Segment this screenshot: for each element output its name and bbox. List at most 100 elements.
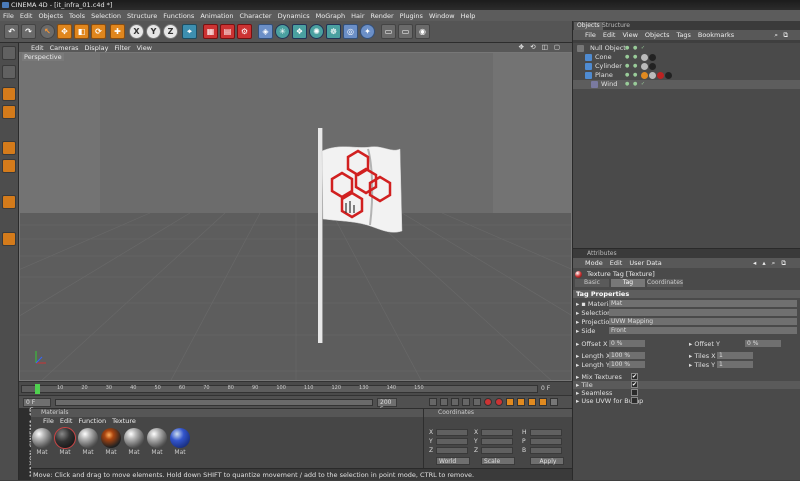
viewport-menu-view[interactable]: View	[137, 44, 152, 52]
coord-pos-y-field[interactable]	[436, 438, 468, 445]
coord-space-dropdown[interactable]: World	[436, 457, 470, 465]
tab-basic[interactable]: Basic	[575, 279, 609, 287]
offset-x-field[interactable]: 0 %	[609, 340, 645, 347]
material-menu-function[interactable]: Function	[78, 417, 106, 426]
render-view-icon[interactable]: ▦	[203, 24, 218, 39]
menu-tools[interactable]: Tools	[69, 12, 85, 20]
material-link-field[interactable]: Mat	[609, 300, 797, 307]
rotate-tool-icon[interactable]: ⟳	[91, 24, 106, 39]
light-icon[interactable]: ✦	[360, 24, 375, 39]
coord-mode-dropdown[interactable]: Scale	[481, 457, 515, 465]
visibility-dots[interactable]: ● ● ✓	[625, 80, 646, 89]
use-uvw-bump-checkbox[interactable]	[631, 397, 638, 404]
menu-functions[interactable]: Functions	[163, 12, 194, 20]
tiles-x-field[interactable]: 1	[717, 352, 753, 359]
render-settings-icon[interactable]: ⚙	[237, 24, 252, 39]
viewport-menu-display[interactable]: Display	[85, 44, 109, 52]
scale-key-icon[interactable]	[528, 398, 536, 406]
frame-range-slider[interactable]	[55, 399, 373, 406]
tree-row-plane[interactable]: Plane ● ● ✓	[573, 71, 800, 80]
rotation-key-icon[interactable]	[539, 398, 547, 406]
material-swatch-2[interactable]	[54, 427, 76, 449]
keyframe-selection-icon[interactable]	[506, 398, 514, 406]
end-frame-field[interactable]: 200 F	[377, 398, 397, 413]
length-x-field[interactable]: 100 %	[609, 352, 645, 359]
coord-rot-p-field[interactable]	[530, 438, 562, 445]
autokey-icon[interactable]	[495, 398, 503, 406]
play-icon[interactable]	[462, 398, 470, 406]
tile-checkbox[interactable]: ✔	[631, 381, 638, 388]
menu-structure[interactable]: Structure	[127, 12, 157, 20]
attr-menu-edit[interactable]: Edit	[610, 258, 623, 268]
mix-textures-checkbox[interactable]: ✔	[631, 373, 638, 380]
param-key-icon[interactable]	[550, 398, 558, 406]
prev-frame-icon[interactable]	[451, 398, 459, 406]
prev-key-icon[interactable]	[440, 398, 448, 406]
tree-row-cylinder[interactable]: Cylinder ● ● ✓	[573, 62, 800, 71]
coord-apply-button[interactable]: Apply	[530, 457, 564, 465]
menu-objects[interactable]: Objects	[38, 12, 63, 20]
menu-edit[interactable]: Edit	[20, 12, 33, 20]
material-menu-edit[interactable]: Edit	[60, 417, 73, 426]
render-picture-viewer-icon[interactable]: ▤	[220, 24, 235, 39]
edge-mode-icon[interactable]	[2, 195, 16, 209]
material-swatch-5[interactable]	[124, 428, 144, 448]
phong-tag-icon[interactable]	[649, 72, 656, 79]
coord-rot-h-field[interactable]	[530, 429, 562, 436]
redo-icon[interactable]: ↷	[21, 24, 36, 39]
material-swatch-3[interactable]	[78, 428, 98, 448]
tree-row-cone[interactable]: Cone ● ● ✓	[573, 53, 800, 62]
coord-size-z-field[interactable]	[481, 447, 513, 454]
tree-row-wind[interactable]: Wind ● ● ✓	[573, 80, 800, 89]
coord-rot-b-field[interactable]	[530, 447, 562, 454]
record-icon[interactable]	[484, 398, 492, 406]
timeline-playhead[interactable]	[35, 384, 40, 394]
array-icon[interactable]: ❖	[292, 24, 307, 39]
search-icon[interactable]: ⌕	[774, 30, 778, 40]
scale-tool-icon[interactable]: ◧	[74, 24, 89, 39]
material-swatch-7[interactable]	[170, 428, 190, 448]
attr-menu-mode[interactable]: Mode	[585, 258, 603, 268]
attr-nav-icons[interactable]: ◂ ▴ ⌕ ⧉	[753, 258, 788, 268]
objmgr-menu-file[interactable]: File	[585, 30, 596, 40]
projection-dropdown[interactable]: UVW Mapping	[609, 318, 797, 325]
use-axis-mode-icon[interactable]	[2, 105, 16, 119]
phong-tag-icon[interactable]	[641, 54, 648, 61]
new-window-icon[interactable]: ⧉	[783, 30, 788, 40]
use-model-mode-icon[interactable]	[2, 65, 16, 79]
phong-tag-icon[interactable]	[641, 63, 648, 70]
add-object-icon[interactable]: ✚	[110, 24, 125, 39]
coordinate-system-icon[interactable]: ⌖	[182, 24, 197, 39]
tool-a-icon[interactable]: ▭	[381, 24, 396, 39]
material-menu-file[interactable]: File	[43, 417, 54, 426]
menu-plugins[interactable]: Plugins	[400, 12, 423, 20]
z-axis-lock-icon[interactable]: Z	[163, 24, 178, 39]
attr-menu-user-data[interactable]: User Data	[629, 258, 661, 268]
tool-b-icon[interactable]: ▭	[398, 24, 413, 39]
goto-start-icon[interactable]	[429, 398, 437, 406]
start-frame-field[interactable]: 0 F	[23, 398, 51, 407]
undo-icon[interactable]: ↶	[4, 24, 19, 39]
menu-animation[interactable]: Animation	[200, 12, 233, 20]
coord-size-x-field[interactable]	[481, 429, 513, 436]
material-swatch-1[interactable]	[32, 428, 52, 448]
menu-hair[interactable]: Hair	[351, 12, 364, 20]
tab-structure[interactable]: Structure	[599, 22, 633, 30]
timeline-ruler[interactable]: 10 20 30 40 50 60 70 80 90 100 110 120 130 140 150 0 F	[19, 381, 572, 395]
offset-y-field[interactable]: 0 %	[745, 340, 781, 347]
menu-help[interactable]: Help	[461, 12, 476, 20]
coord-size-y-field[interactable]	[481, 438, 513, 445]
menu-render[interactable]: Render	[371, 12, 394, 20]
material-menu-texture[interactable]: Texture	[112, 417, 136, 426]
menu-file[interactable]: File	[3, 12, 14, 20]
viewport-menu-cameras[interactable]: Cameras	[50, 44, 79, 52]
live-selection-icon[interactable]: ↖	[40, 24, 55, 39]
tab-tag[interactable]: Tag	[611, 279, 645, 287]
snap-icon[interactable]	[2, 232, 16, 246]
menu-dynamics[interactable]: Dynamics	[278, 12, 310, 20]
selection-field[interactable]	[609, 309, 797, 316]
cloth-tag-icon[interactable]	[641, 72, 648, 79]
viewport-nav-icons[interactable]: ✥ ⟲ ◫ ▢	[519, 43, 562, 51]
seamless-checkbox[interactable]	[631, 389, 638, 396]
objmgr-menu-objects[interactable]: Objects	[645, 30, 670, 40]
